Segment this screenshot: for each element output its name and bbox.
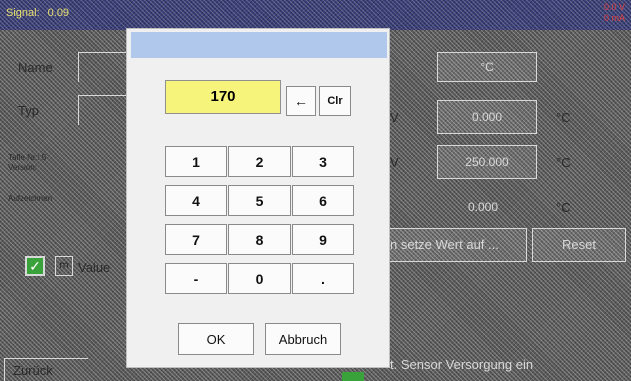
row2-value[interactable]: 250.000	[437, 145, 537, 179]
unit-box[interactable]: °C	[437, 52, 537, 82]
row1-prefix: V	[390, 110, 399, 125]
output-readout: 0.0 V 0 mA	[604, 2, 625, 24]
set-value-button[interactable]: n setze Wert auf ...	[380, 228, 527, 262]
key-9[interactable]: 9	[292, 224, 354, 255]
key-minus[interactable]: -	[165, 263, 227, 294]
aufzeichnen-label: Aufzeichnen	[8, 194, 53, 203]
pin-icon: ⅿ	[55, 256, 73, 276]
row3-value: 0.000	[468, 200, 499, 214]
typ-field[interactable]	[78, 95, 126, 125]
voltage-readout: 0.0 V	[603, 2, 625, 12]
row1-value[interactable]: 0.000	[437, 100, 537, 134]
dialog-title-bar	[131, 32, 387, 58]
screen: Signal: 0.09 0.0 V 0 mA Name Typ Tafle Nr…	[0, 0, 631, 381]
typ-label: Typ	[18, 103, 39, 118]
zuruck-button[interactable]: Zurück	[4, 358, 88, 381]
current-readout: 0 mA	[603, 13, 625, 23]
key-8[interactable]: 8	[228, 224, 291, 255]
key-1[interactable]: 1	[165, 146, 227, 177]
version-label: Version:	[8, 163, 37, 172]
row2-unit: °C	[556, 155, 571, 170]
value-checkbox[interactable]: ✓	[25, 256, 45, 276]
row1-unit: °C	[556, 110, 571, 125]
key-decimal[interactable]: .	[292, 263, 354, 294]
zuruck-label: Zurück	[13, 363, 53, 378]
reset-button[interactable]: Reset	[532, 228, 626, 262]
name-field[interactable]	[78, 52, 126, 82]
cancel-button[interactable]: Abbruch	[265, 323, 341, 355]
name-label: Name	[18, 60, 53, 75]
signal-label: Signal:	[6, 7, 40, 19]
sensor-supply-checkbox[interactable]	[342, 372, 364, 381]
key-4[interactable]: 4	[165, 185, 227, 216]
status-bar: Signal: 0.09 0.0 V 0 mA	[0, 0, 631, 30]
row3-unit: °C	[556, 200, 571, 215]
left-arrow-icon: ←	[294, 93, 308, 109]
numeric-keypad-dialog: 170 ← Clr 1 2 3 4 5 6 7 8 9 - 0 . OK Abb…	[126, 28, 390, 368]
tafel-info: Tafle Nr.: 5 Version:	[8, 153, 46, 173]
key-2[interactable]: 2	[228, 146, 291, 177]
backspace-button[interactable]: ←	[286, 86, 316, 116]
ok-button[interactable]: OK	[178, 323, 254, 355]
key-6[interactable]: 6	[292, 185, 354, 216]
signal-value: 0.09	[47, 7, 70, 19]
row2-prefix: V	[390, 155, 399, 170]
signal-readout: Signal: 0.09	[6, 7, 69, 19]
key-0[interactable]: 0	[228, 263, 291, 294]
value-label: Value	[78, 260, 111, 275]
tafel-number: Tafle Nr.: 5	[8, 153, 47, 162]
clear-button[interactable]: Clr	[319, 86, 351, 116]
key-7[interactable]: 7	[165, 224, 227, 255]
key-3[interactable]: 3	[292, 146, 354, 177]
value-display: 170	[165, 80, 281, 114]
sensor-supply-label: t. Sensor Versorgung ein	[390, 357, 534, 372]
key-5[interactable]: 5	[228, 185, 291, 216]
